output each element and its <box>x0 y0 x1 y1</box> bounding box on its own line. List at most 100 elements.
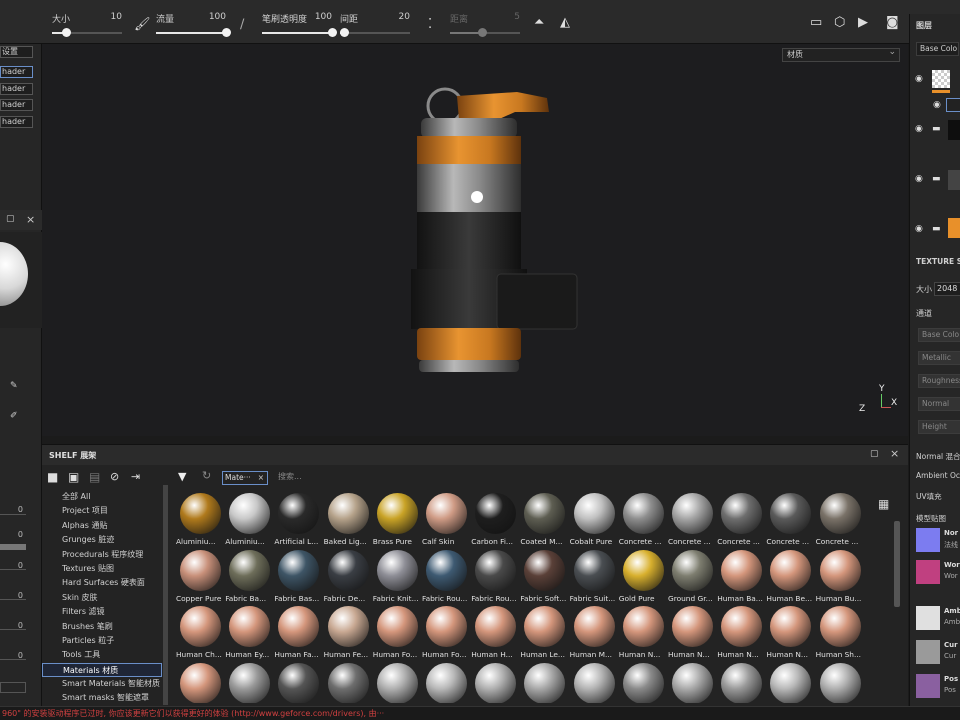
visibility-icon[interactable]: ◉ <box>915 224 923 234</box>
shelf-category-item[interactable]: Project 项目 <box>42 504 162 518</box>
symmetry-icon[interactable]: ⏶ <box>534 14 544 32</box>
mesh-map-thumbnail[interactable] <box>916 606 940 630</box>
material-item[interactable]: Coated M... <box>520 493 569 549</box>
mesh-map-thumbnail[interactable] <box>916 640 940 664</box>
mesh-map-thumbnail[interactable] <box>916 674 940 698</box>
filter-tag[interactable]: Mate··· × <box>222 471 268 485</box>
material-item[interactable]: Human Fo... <box>422 606 471 662</box>
material-item[interactable]: Human Le... <box>520 606 569 662</box>
refresh-icon[interactable]: ↻ <box>202 469 211 482</box>
model-canister[interactable] <box>397 84 617 404</box>
material-item[interactable]: Fabric Ba... <box>225 549 274 606</box>
channel-height[interactable]: Height <box>918 420 960 434</box>
shader-select-2[interactable]: hader <box>0 83 33 95</box>
distance-slider[interactable]: 距离 5 <box>450 12 520 38</box>
material-item[interactable]: Aluminiu... <box>225 493 274 549</box>
material-item[interactable]: Human N... <box>717 606 766 662</box>
material-item[interactable]: Brass Pure <box>373 493 422 549</box>
dock-icon[interactable]: ▢ <box>870 449 879 459</box>
dock-icon[interactable]: ▢ <box>6 214 15 224</box>
lazy-mouse-icon[interactable]: ◭ <box>560 14 570 32</box>
material-item[interactable]: Human Fa... <box>274 606 323 662</box>
trash-icon[interactable]: ▤ <box>89 470 100 484</box>
material-item[interactable] <box>766 662 815 703</box>
material-item[interactable]: Concrete ... <box>766 493 815 549</box>
category-scrollbar[interactable] <box>163 485 168 705</box>
folder-icon[interactable]: ▬ <box>932 174 941 184</box>
material-item[interactable]: Concrete ... <box>668 493 717 549</box>
material-item[interactable]: Gold Pure <box>619 549 668 606</box>
shader-select-4[interactable]: hader <box>0 116 33 128</box>
channel-normal[interactable]: Normal <box>918 397 960 411</box>
material-item[interactable]: Concrete ... <box>717 493 766 549</box>
remove-tag-icon[interactable]: × <box>258 472 264 484</box>
channel-select[interactable]: Base Colo <box>916 42 959 56</box>
material-item[interactable]: Fabric De... <box>324 549 373 606</box>
material-item[interactable]: Human Sh... <box>816 606 865 662</box>
material-item[interactable]: Human N... <box>619 606 668 662</box>
folder-icon[interactable]: ▬ <box>932 124 941 134</box>
shelf-category-item[interactable]: 全部 All <box>42 490 162 504</box>
material-item[interactable]: Human N... <box>668 606 717 662</box>
channel-base-color[interactable]: Base Colo <box>918 328 960 342</box>
shader-select-1[interactable]: hader <box>0 66 33 78</box>
import-icon[interactable]: ⇥ <box>131 470 140 483</box>
spacing-slider[interactable]: 间距 20 <box>339 12 410 38</box>
flow-slider[interactable]: 流量 100 <box>156 12 231 38</box>
new-folder-icon[interactable]: ▣ <box>68 470 79 484</box>
material-item[interactable] <box>717 662 766 703</box>
paint-tool-icon[interactable]: ✎ <box>10 381 18 391</box>
cube-icon[interactable]: ⬡ <box>834 14 845 32</box>
param-dropdown[interactable] <box>0 682 26 693</box>
shelf-category-item[interactable]: Skin 皮肤 <box>42 591 162 605</box>
material-item[interactable] <box>373 662 422 703</box>
material-item[interactable] <box>471 662 520 703</box>
material-item[interactable] <box>816 662 865 703</box>
visibility-icon[interactable]: ◉ <box>915 124 923 134</box>
close-icon[interactable]: × <box>890 447 899 460</box>
layer-thumbnail[interactable] <box>948 218 960 238</box>
material-item[interactable]: Concrete ... <box>816 493 865 549</box>
material-item[interactable]: Calf Skin <box>422 493 471 549</box>
3d-viewport[interactable]: 材质 Y Z X <box>42 44 908 436</box>
mesh-map-thumbnail[interactable] <box>916 528 940 552</box>
material-item[interactable]: Human Be... <box>766 549 815 606</box>
view-mode-select[interactable]: 材质 <box>782 46 900 62</box>
filter-icon[interactable]: ▼ <box>178 470 186 483</box>
material-item[interactable] <box>619 662 668 703</box>
material-item[interactable] <box>225 662 274 703</box>
folder-icon[interactable]: ▬ <box>932 224 941 234</box>
material-item[interactable]: Cobalt Pure <box>570 493 619 549</box>
material-item[interactable]: Fabric Bas... <box>274 549 323 606</box>
camera-icon[interactable]: ▶ <box>858 14 868 32</box>
material-item[interactable] <box>176 662 225 703</box>
shelf-category-item[interactable]: Textures 贴图 <box>42 562 162 576</box>
settings-select[interactable]: 设置 <box>0 46 33 58</box>
material-item[interactable]: Human Ch... <box>176 606 225 662</box>
shelf-category-item[interactable]: Brushes 笔刷 <box>42 620 162 634</box>
channel-metallic[interactable]: Metallic <box>918 351 960 365</box>
folder-icon[interactable]: ■ <box>47 470 58 484</box>
material-item[interactable]: Fabric Suit... <box>570 549 619 606</box>
material-item[interactable]: Fabric Rou... <box>422 549 471 606</box>
material-item[interactable]: Human Fo... <box>373 606 422 662</box>
grid-scrollbar[interactable] <box>894 521 900 607</box>
material-item[interactable] <box>668 662 717 703</box>
hide-icon[interactable]: ⊘ <box>110 470 119 483</box>
material-item[interactable]: Human H... <box>471 606 520 662</box>
material-item[interactable]: Carbon Fi... <box>471 493 520 549</box>
pen-icon[interactable]: ∕ <box>240 16 244 34</box>
material-item[interactable] <box>274 662 323 703</box>
material-item[interactable] <box>422 662 471 703</box>
shelf-category-item[interactable]: Alphas 通贴 <box>42 519 162 533</box>
scatter-icon[interactable]: ⁚ <box>428 16 432 34</box>
channel-roughness[interactable]: Roughness <box>918 374 960 388</box>
material-item[interactable]: Fabric Knit... <box>373 549 422 606</box>
material-item[interactable] <box>324 662 373 703</box>
close-icon[interactable]: × <box>26 213 35 226</box>
material-item[interactable]: Copper Pure <box>176 549 225 606</box>
viewport-mode-icon[interactable]: ▭ <box>810 14 822 32</box>
brush-size-slider[interactable]: 大小 10 <box>52 12 122 38</box>
visibility-icon[interactable]: ◉ <box>915 74 923 84</box>
material-item[interactable]: Human Ey... <box>225 606 274 662</box>
